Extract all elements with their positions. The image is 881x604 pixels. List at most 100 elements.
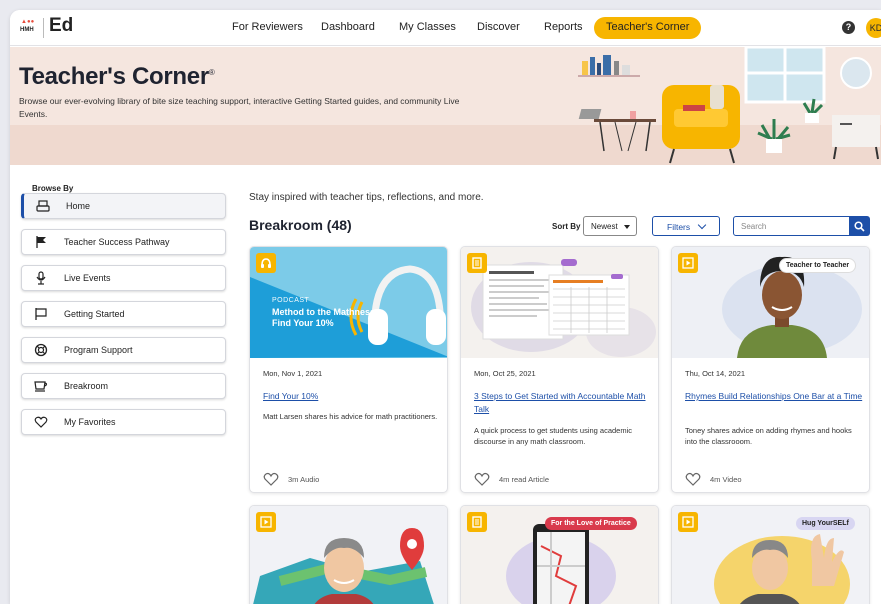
home-icon [36,200,50,212]
caret-down-icon [624,225,630,229]
sidebar-item-breakroom[interactable]: Breakroom [21,373,226,399]
card-thumbnail: For the Love of Practice [461,506,658,604]
flag-icon [36,236,46,248]
sidebar-item-label: Teacher Success Pathway [64,237,170,247]
content-card[interactable]: Mon, Oct 25, 2021 3 Steps to Get Started… [460,246,659,493]
content-card[interactable]: For the Love of Practice [460,505,659,604]
sidebar-item-label: My Favorites [64,417,116,427]
logo-text: HMH [20,27,34,33]
sidebar-item-program-support[interactable]: Program Support [21,337,226,363]
card-thumbnail: PODCAST Method to the Mathness: Find You… [250,247,447,358]
video-badge [678,512,698,532]
page-subtitle: Browse our ever-evolving library of bite… [19,96,460,119]
card-date: Mon, Nov 1, 2021 [263,369,323,378]
search-button[interactable] [849,216,870,236]
audio-badge [256,253,276,273]
content-card[interactable]: Hug YourSELf [671,505,870,604]
article-badge [467,512,487,532]
help-icon[interactable]: ? [842,21,855,34]
hero-illustration [578,47,880,164]
card-thumbnail: Hug YourSELf [672,506,869,604]
coffee-cup-icon [34,381,48,392]
card-meta: 4m Video [710,475,742,484]
nav-discover[interactable]: Discover [477,21,520,33]
play-icon [260,516,272,528]
card-date: Thu, Oct 14, 2021 [685,369,746,378]
content-card[interactable]: PODCAST Method to the Mathness: Find You… [249,246,448,493]
content-card[interactable]: Teacher to Teacher Thu, Oct 14, 2021 Rhy… [671,246,870,493]
sidebar-item-label: Home [66,201,91,211]
breakroom-tagline: Stay inspired with teacher tips, reflect… [249,192,484,203]
document-icon [472,257,482,269]
nav-teachers-corner[interactable]: Teacher's Corner [594,17,702,39]
document-icon [472,516,482,528]
browse-by-heading: Browse By [32,184,74,193]
favorite-heart-icon[interactable] [263,472,279,486]
card-footer: 3m Audio [263,472,443,486]
top-nav: ▲●● HMH Ed For Reviewers Dashboard My Cl… [10,10,881,46]
card-title-link[interactable]: 3 Steps to Get Started with Accountable … [474,390,654,416]
card-date: Mon, Oct 25, 2021 [474,369,536,378]
sidebar-item-teacher-success-pathway[interactable]: Teacher Success Pathway [21,229,226,255]
card-meta: 3m Audio [288,475,320,484]
page-title: Teacher's Corner® [19,63,215,90]
chevron-down-icon [697,220,707,230]
video-thumbnail-art [250,506,447,604]
card-thumbnail: Teacher to Teacher [672,247,869,358]
article-thumbnail-art [461,247,658,358]
card-title-link[interactable]: Rhymes Build Relationships One Bar at a … [685,390,865,403]
nav-reports[interactable]: Reports [544,21,583,33]
logo-divider [43,18,44,38]
search-input[interactable] [733,216,850,236]
favorite-heart-icon[interactable] [685,472,701,486]
sidebar-item-home[interactable]: Home [21,193,226,219]
series-tag: Teacher to Teacher [779,258,857,273]
microphone-icon [36,271,46,285]
card-description: Toney shares advice on adding rhymes and… [685,426,852,446]
nav-for-reviewers[interactable]: For Reviewers [232,21,303,33]
hmh-logo[interactable]: ▲●● HMH [20,18,40,38]
sidebar-item-label: Getting Started [64,309,125,319]
sidebar-item-label: Program Support [64,345,133,355]
sidebar-item-label: Breakroom [64,381,109,391]
sidebar-item-my-favorites[interactable]: My Favorites [21,409,226,435]
card-thumbnail [250,506,447,604]
favorite-heart-icon[interactable] [474,472,490,486]
filters-label: Filters [667,222,691,232]
article-badge [467,253,487,273]
filters-button[interactable]: Filters [652,216,720,236]
card-thumbnail [461,247,658,358]
sort-by-label: Sort By [552,222,581,231]
play-icon [682,257,694,269]
podcast-title-overlay: PODCAST Method to the Mathness: Find You… [272,297,382,329]
play-icon [682,516,694,528]
card-meta: 4m read Article [499,475,550,484]
series-tag: For the Love of Practice [545,517,637,530]
heart-icon [34,416,48,428]
sort-select-value: Newest [591,222,618,231]
podcast-title: Method to the Mathness: Find Your 10% [272,307,378,328]
card-footer: 4m Video [685,472,865,486]
sidebar-item-getting-started[interactable]: Getting Started [21,301,226,327]
user-avatar[interactable]: KD [866,18,881,38]
sidebar-item-label: Live Events [64,273,111,283]
flag-outline-icon [35,308,47,320]
app-window: ▲●● HMH Ed For Reviewers Dashboard My Cl… [10,10,881,604]
brand-name[interactable]: Ed [49,15,73,37]
podcast-kicker: PODCAST [272,297,310,304]
section-title: Breakroom (48) [249,217,352,233]
nav-dashboard[interactable]: Dashboard [321,21,375,33]
card-description: A quick process to get students using ac… [474,426,633,446]
video-badge [678,253,698,273]
card-footer: 4m read Article [474,472,654,486]
card-title-link[interactable]: Find Your 10% [263,390,443,403]
content-card[interactable] [249,505,448,604]
sidebar-item-live-events[interactable]: Live Events [21,265,226,291]
life-ring-icon [34,343,48,357]
sort-select[interactable]: Newest [583,216,637,236]
logo-mark-icon: ▲●● [21,19,35,25]
nav-my-classes[interactable]: My Classes [399,21,456,33]
hero-banner: Teacher's Corner® Browse our ever-evolvi… [10,47,881,165]
series-tag: Hug YourSELf [796,517,855,530]
headphones-icon [261,258,271,268]
